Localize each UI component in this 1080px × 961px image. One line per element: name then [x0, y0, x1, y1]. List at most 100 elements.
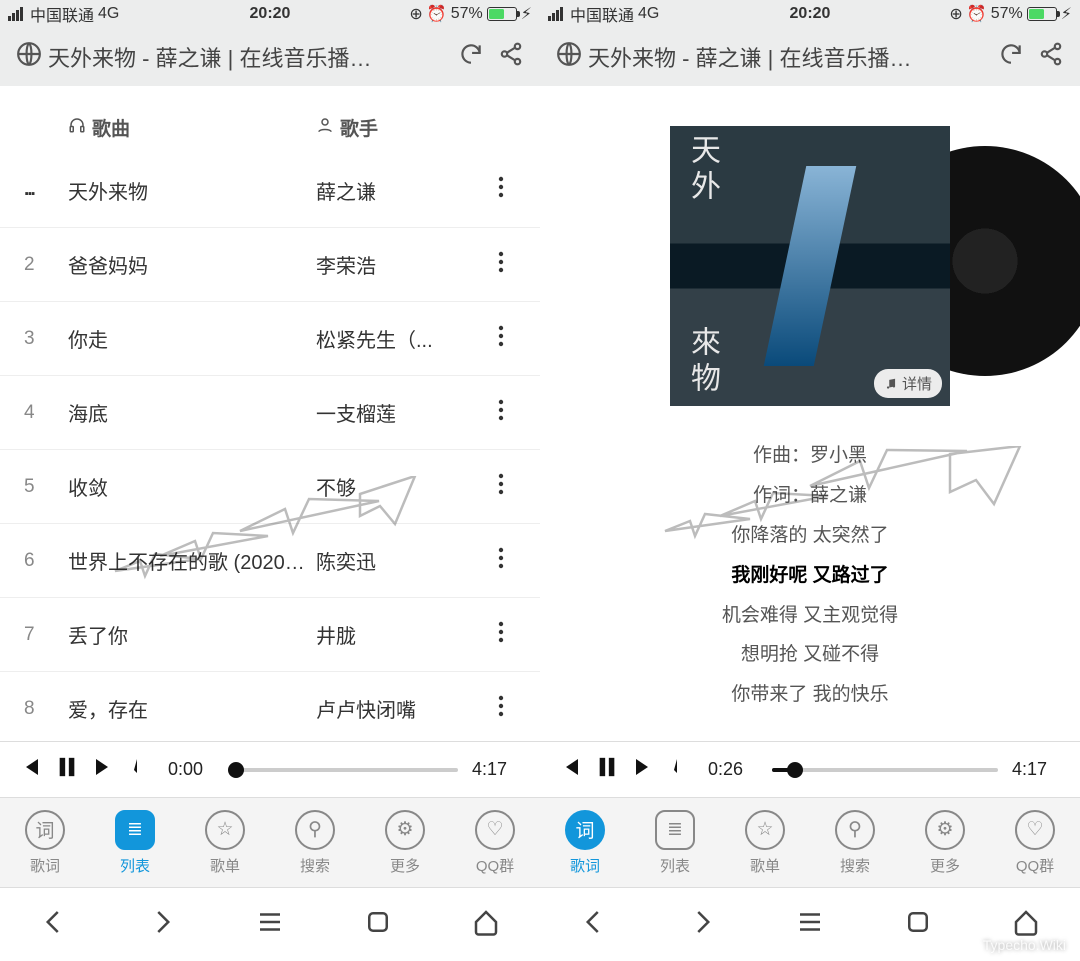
home-button[interactable]	[471, 907, 501, 942]
tab-QQ群[interactable]: ♡QQ群	[450, 810, 540, 876]
song-artist: 卢卢快闭嘴	[316, 694, 486, 723]
song-name: 世界上不存在的歌 (2020重...	[68, 546, 316, 575]
song-artist: 薛之谦	[316, 176, 486, 205]
pause-button[interactable]	[56, 754, 78, 785]
progress-bar[interactable]	[232, 768, 458, 772]
tab-label: QQ群	[476, 855, 514, 876]
album-art[interactable]: 天外 來物 详情	[670, 126, 950, 406]
lyric-line: 作词：薛之谦	[722, 476, 898, 516]
lyric-line: 我刚好呢 又路过了	[722, 556, 898, 596]
song-index: 3	[24, 328, 68, 350]
tab-列表[interactable]: ≣列表	[90, 810, 180, 876]
back-button[interactable]	[579, 907, 609, 942]
network-text: 4G	[98, 5, 119, 23]
song-row[interactable]: 3 你走 松紧先生（...	[0, 301, 540, 375]
tab-label: QQ群	[1016, 855, 1054, 876]
song-menu-button[interactable]	[486, 176, 516, 204]
page-title-text: 天外来物 - 薛之谦 | 在线音乐播…	[588, 41, 912, 73]
tab-搜索[interactable]: ⚲搜索	[270, 810, 360, 876]
progress-thumb[interactable]	[787, 762, 803, 778]
menu-button[interactable]	[795, 907, 825, 942]
back-button[interactable]	[39, 907, 69, 942]
progress-thumb[interactable]	[228, 762, 244, 778]
song-index: 6	[24, 550, 68, 572]
page-title[interactable]: 天外来物 - 薛之谦 | 在线音乐播…	[556, 41, 984, 73]
tab-歌单[interactable]: ☆歌单	[720, 810, 810, 876]
tab-列表[interactable]: ≣列表	[630, 810, 720, 876]
song-menu-button[interactable]	[486, 251, 516, 279]
sort-button[interactable]	[130, 755, 154, 784]
song-row[interactable]: 7 丢了你 井胧	[0, 597, 540, 671]
tab-icon: ☆	[205, 810, 245, 850]
lyrics-container[interactable]: 作曲：罗小黑作词：薛之谦你降落的 太突然了我刚好呢 又路过了机会难得 又主观觉得…	[722, 436, 898, 715]
next-button[interactable]	[632, 755, 656, 784]
song-row[interactable]: 5 收敛 不够	[0, 449, 540, 523]
address-bar: 天外来物 - 薛之谦 | 在线音乐播…	[0, 28, 540, 86]
tab-歌词[interactable]: 词歌词	[0, 810, 90, 876]
tab-歌单[interactable]: ☆ 歌单	[180, 810, 270, 876]
song-row[interactable]: 2 爸爸妈妈 李荣浩	[0, 227, 540, 301]
song-index: ...	[24, 179, 68, 201]
refresh-button[interactable]	[458, 41, 484, 73]
time-current: 0:26	[708, 759, 758, 780]
prev-button[interactable]	[558, 755, 582, 784]
tab-label: 搜索	[840, 855, 870, 876]
tab-icon: ⚙	[925, 810, 965, 850]
song-menu-button[interactable]	[486, 547, 516, 575]
song-menu-button[interactable]	[486, 695, 516, 723]
tab-更多[interactable]: ⚙ 更多	[900, 810, 990, 876]
song-row[interactable]: 4 海底 一支榴莲	[0, 375, 540, 449]
tab-搜索[interactable]: ⚲搜索	[810, 810, 900, 876]
header-song-label: 歌曲	[92, 114, 130, 141]
album-cover: 天外 來物	[670, 126, 950, 406]
tabs-button[interactable]	[903, 907, 933, 942]
lyric-line: 机会难得 又主观觉得	[722, 596, 898, 636]
pause-button[interactable]	[596, 754, 618, 785]
battery-pct: 57%	[451, 5, 483, 23]
tabs-button[interactable]	[363, 907, 393, 942]
charging-icon: ⚡︎	[1061, 4, 1072, 24]
lyric-line: 想明抢 又碰不得	[722, 635, 898, 675]
forward-button[interactable]	[687, 907, 717, 942]
share-button[interactable]	[498, 41, 524, 73]
carrier-text: 中国联通	[30, 2, 94, 26]
share-button[interactable]	[1038, 41, 1064, 73]
address-bar: 天外来物 - 薛之谦 | 在线音乐播…	[540, 28, 1080, 86]
song-menu-button[interactable]	[486, 325, 516, 353]
song-index: 5	[24, 476, 68, 498]
sort-button[interactable]	[670, 755, 694, 784]
detail-label: 详情	[902, 373, 932, 394]
tab-label: 歌单	[210, 855, 240, 876]
next-button[interactable]	[92, 755, 116, 784]
song-menu-button[interactable]	[486, 399, 516, 427]
song-row[interactable]: 6 世界上不存在的歌 (2020重... 陈奕迅	[0, 523, 540, 597]
carrier-text: 中国联通	[570, 2, 634, 26]
alarm-icon: ⏰	[427, 4, 447, 24]
song-index: 2	[24, 254, 68, 276]
song-artist: 不够	[316, 472, 486, 501]
player-bar: 0:26 4:17	[540, 741, 1080, 797]
progress-bar[interactable]	[772, 768, 998, 772]
tab-QQ群[interactable]: ♡ QQ群	[990, 810, 1080, 876]
page-title[interactable]: 天外来物 - 薛之谦 | 在线音乐播…	[16, 41, 444, 73]
song-menu-button[interactable]	[486, 473, 516, 501]
menu-button[interactable]	[255, 907, 285, 942]
tab-label: 更多	[930, 855, 960, 876]
tab-歌词[interactable]: 词歌词	[540, 810, 630, 876]
status-bar: 中国联通 4G 20:20 ⊕ ⏰ 57% ⚡︎	[540, 0, 1080, 28]
song-row[interactable]: 8 爱，存在 卢卢快闭嘴	[0, 671, 540, 741]
battery-pct: 57%	[991, 5, 1023, 23]
orientation-lock-icon: ⊕	[409, 4, 422, 24]
tab-更多[interactable]: ⚙更多	[360, 810, 450, 876]
headphones-icon	[68, 116, 86, 140]
tab-bar: 词歌词≣列表☆歌单⚲搜索 ⚙ 更多 ♡ QQ群	[540, 797, 1080, 887]
tab-icon: ♡	[1015, 810, 1055, 850]
detail-button[interactable]: 详情	[874, 369, 942, 398]
song-menu-button[interactable]	[486, 621, 516, 649]
prev-button[interactable]	[18, 755, 42, 784]
charging-icon: ⚡︎	[521, 4, 532, 24]
refresh-button[interactable]	[998, 41, 1024, 73]
alarm-icon: ⏰	[967, 4, 987, 24]
forward-button[interactable]	[147, 907, 177, 942]
song-row[interactable]: ... 天外来物 薛之谦	[0, 153, 540, 227]
